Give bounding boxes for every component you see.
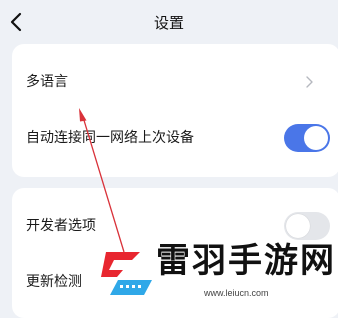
page-title: 设置	[153, 14, 184, 32]
settings-row-label: 开发者选项	[26, 218, 96, 234]
watermark-brand: 雷羽手游网	[156, 241, 336, 281]
watermark-url: www.leiucn.com	[204, 288, 269, 298]
watermark: 雷羽手游网 www.leiucn.com	[90, 226, 338, 304]
brand-logo-icon	[101, 252, 152, 295]
settings-row-label: 多语言	[26, 74, 68, 90]
settings-row-language[interactable]: 多语言	[12, 58, 338, 106]
settings-row-auto-connect: 自动连接同一网络上次设备	[12, 114, 338, 162]
toggle-knob	[304, 126, 328, 150]
settings-group-general: 多语言 自动连接同一网络上次设备	[12, 44, 338, 177]
auto-connect-toggle[interactable]	[284, 124, 330, 152]
top-bar: 设置	[0, 0, 338, 44]
settings-row-label: 更新检测	[26, 274, 82, 290]
settings-row-label: 自动连接同一网络上次设备	[26, 130, 194, 146]
chevron-right-icon	[306, 76, 313, 88]
